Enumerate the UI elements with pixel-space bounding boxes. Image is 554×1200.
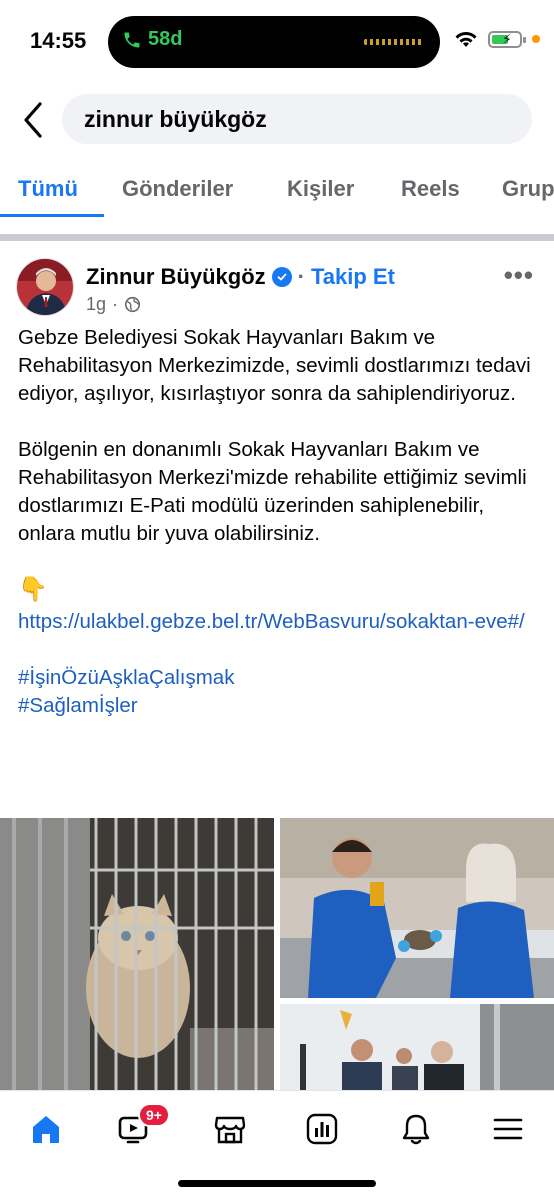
nav-home[interactable] — [24, 1107, 68, 1151]
pointing-down-emoji: 👇 — [18, 576, 48, 603]
tab-people[interactable]: Kişiler — [287, 176, 354, 202]
post-time[interactable]: 1g — [86, 294, 106, 315]
marketplace-icon — [214, 1116, 246, 1144]
more-options-button[interactable]: ••• — [504, 260, 534, 291]
avatar[interactable] — [16, 258, 74, 316]
follow-button[interactable]: Takip Et — [311, 264, 395, 290]
home-indicator[interactable] — [178, 1180, 376, 1187]
hashtag-2[interactable]: #Sağlamİşler — [18, 692, 538, 720]
post-image-visit[interactable] — [280, 1004, 554, 1090]
nav-dashboard[interactable] — [300, 1107, 344, 1151]
author-name[interactable]: Zinnur Büyükgöz — [86, 264, 266, 290]
call-duration: 58d — [148, 28, 183, 50]
search-header — [0, 94, 554, 146]
globe-icon — [124, 296, 141, 313]
tab-posts[interactable]: Gönderiler — [122, 176, 233, 202]
post-image-cat-cage[interactable] — [0, 818, 274, 1090]
tab-reels[interactable]: Reels — [401, 176, 460, 202]
search-tabs: Tümü Gönderiler Kişiler Reels Grup — [0, 166, 554, 218]
menu-icon — [493, 1118, 523, 1140]
audio-waves-icon — [364, 39, 422, 45]
home-icon — [33, 1116, 59, 1143]
nav-notifications[interactable] — [394, 1107, 438, 1151]
post-image-grid — [0, 818, 554, 1090]
post-paragraph-1: Gebze Belediyesi Sokak Hayvanları Bakım … — [18, 326, 531, 405]
search-input[interactable] — [62, 94, 532, 144]
chevron-left-icon — [24, 102, 42, 138]
phone-icon — [124, 32, 140, 47]
post-paragraph-2: Bölgenin en donanımlı Sokak Hayvanları B… — [18, 438, 527, 545]
nav-menu[interactable] — [486, 1107, 530, 1151]
dynamic-island[interactable]: 58d — [108, 16, 440, 68]
bell-icon — [402, 1114, 430, 1145]
post-link[interactable]: https://ulakbel.gebze.bel.tr/WebBasvuru/… — [18, 608, 538, 636]
clock: 14:55 — [30, 28, 87, 53]
video-badge: 9+ — [138, 1103, 170, 1127]
section-divider — [0, 234, 554, 241]
verified-icon — [271, 267, 292, 287]
wifi-icon — [455, 32, 477, 47]
search-box[interactable] — [62, 94, 532, 144]
post-meta: 1g · — [86, 294, 141, 315]
author-line: Zinnur Büyükgöz · Takip Et — [86, 264, 395, 290]
separator-dot: · — [297, 264, 305, 289]
back-button[interactable] — [18, 100, 52, 140]
active-tab-indicator — [0, 214, 104, 217]
privacy-indicator-icon — [532, 35, 540, 43]
post-body: Gebze Belediyesi Sokak Hayvanları Bakım … — [18, 324, 538, 720]
nav-marketplace[interactable] — [208, 1107, 252, 1151]
tab-all[interactable]: Tümü — [18, 176, 78, 202]
meta-separator: · — [112, 294, 119, 314]
post-image-vets[interactable] — [280, 818, 554, 998]
hashtag-1[interactable]: #İşinÖzüAşklaÇalışmak — [18, 664, 538, 692]
status-bar: 14:55 58d ⚡ — [0, 0, 554, 84]
call-indicator[interactable]: 58d — [122, 28, 182, 51]
profile-photo — [17, 259, 73, 315]
system-icons: ⚡ — [454, 30, 540, 48]
post-header: Zinnur Büyükgöz · Takip Et 1g · ••• — [0, 256, 554, 316]
tab-groups[interactable]: Grup — [502, 176, 554, 202]
dashboard-icon — [306, 1113, 338, 1145]
battery-icon: ⚡ — [488, 30, 526, 48]
